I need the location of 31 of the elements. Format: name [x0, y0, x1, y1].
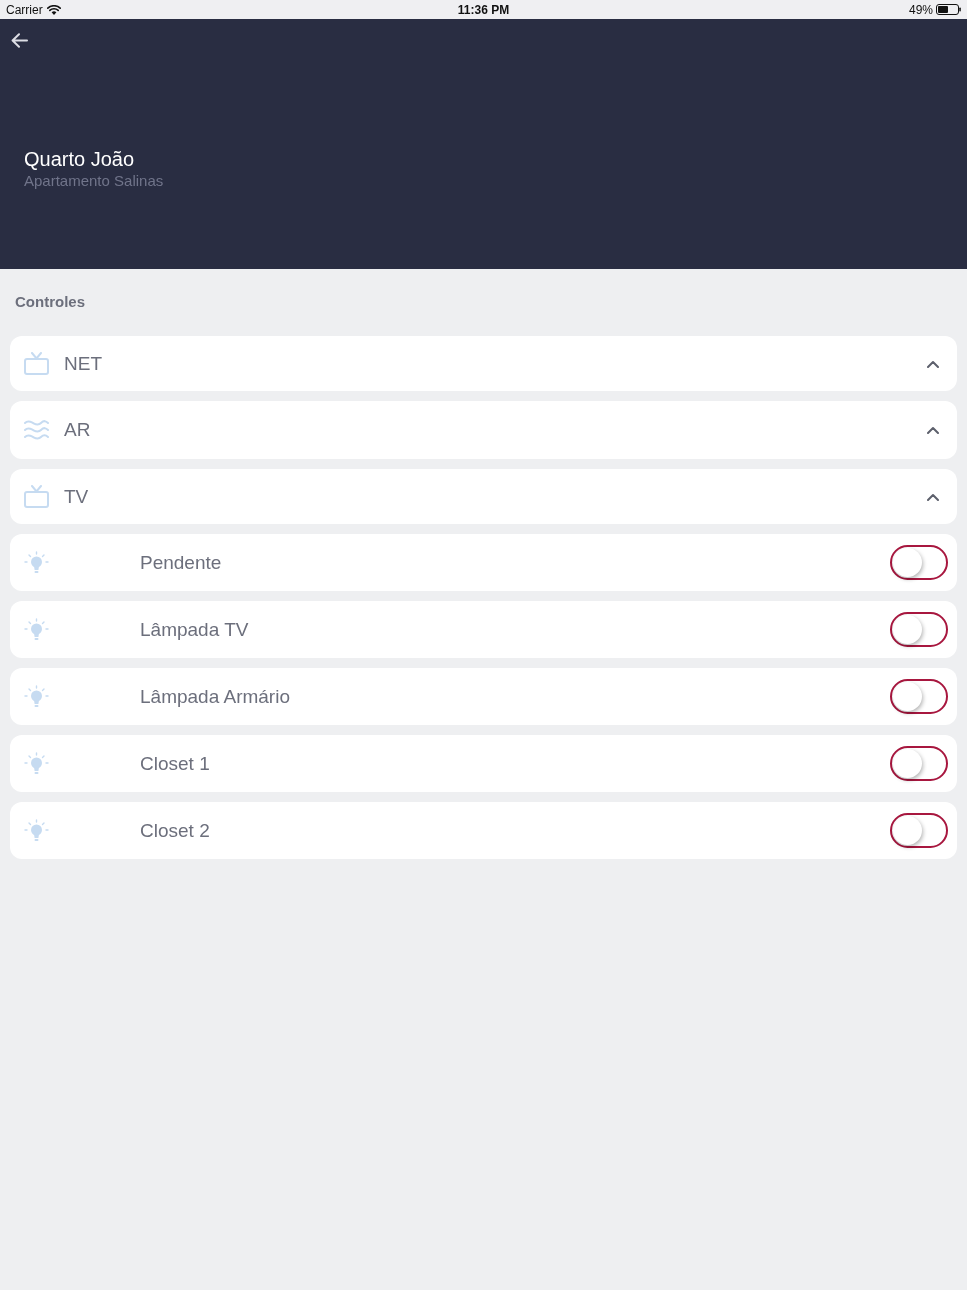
device-row[interactable]: TV — [10, 469, 957, 524]
back-arrow-icon — [11, 33, 28, 48]
section-title: Controles — [15, 293, 85, 311]
lightbulb-icon — [24, 550, 49, 575]
battery-icon — [936, 4, 961, 15]
lightbulb-icon — [24, 751, 49, 776]
back-button[interactable] — [11, 33, 29, 49]
toggle-switch[interactable] — [890, 545, 948, 580]
lightbulb-icon — [24, 684, 49, 709]
toggle-switch[interactable] — [890, 813, 948, 848]
room-subtitle: Apartamento Salinas — [24, 171, 164, 191]
toggle-switch[interactable] — [890, 612, 948, 647]
lightbulb-icon — [24, 818, 49, 843]
light-label: Closet 2 — [140, 819, 211, 842]
toggle-switch[interactable] — [890, 679, 948, 714]
device-row[interactable]: NET — [10, 336, 957, 391]
room-title: Quarto João — [24, 147, 135, 171]
tv-icon — [24, 485, 49, 508]
battery-percent: 49% — [908, 2, 933, 17]
wifi-icon — [46, 4, 61, 15]
light-label: Lâmpada Armário — [140, 685, 291, 708]
light-label: Pendente — [140, 551, 223, 574]
lightbulb-icon — [24, 617, 49, 642]
waves-icon — [24, 420, 49, 440]
light-label: Lâmpada TV — [140, 618, 250, 641]
light-label: Closet 1 — [140, 752, 211, 775]
carrier-text: Carrier — [6, 2, 43, 17]
time-text: 11:36 PM — [457, 2, 510, 17]
toggle-switch[interactable] — [890, 746, 948, 781]
tv-icon — [24, 352, 49, 375]
device-row[interactable]: AR — [10, 401, 957, 459]
